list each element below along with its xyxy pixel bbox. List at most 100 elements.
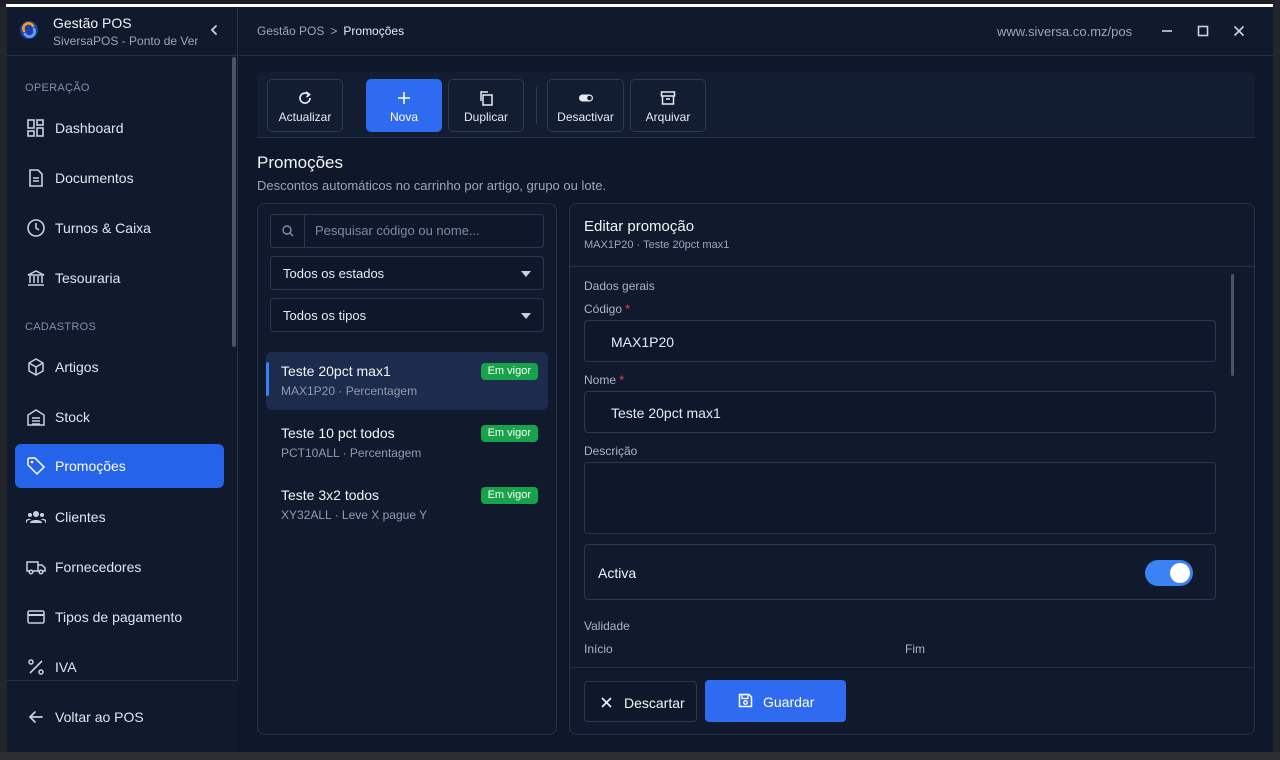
truck-icon <box>26 561 46 575</box>
app-subtitle: SiversaPOS - Ponto de Venda <box>53 34 198 48</box>
promotion-list-item[interactable]: Teste 3x2 todos XY32ALL · Leve X pague Y… <box>266 476 548 534</box>
desktop-edge-top <box>0 0 1280 7</box>
sidebar-item-label: Tesouraria <box>55 270 121 286</box>
status-badge: Em vigor <box>480 363 538 380</box>
validity-label: Validade <box>584 619 630 633</box>
sidebar-item-documentos[interactable]: Documentos <box>15 156 224 200</box>
section-label-operacao: OPERAÇÃO <box>25 82 90 94</box>
sidebar-item-label: Promoções <box>55 458 126 474</box>
chevron-left-icon <box>210 25 217 35</box>
sidebar-scrollbar[interactable] <box>232 57 236 347</box>
desktop-edge-right <box>1273 0 1280 760</box>
toggle-knob <box>1170 563 1190 583</box>
collapse-sidebar-button[interactable] <box>205 21 223 39</box>
archive-button[interactable]: Arquivar <box>630 79 706 132</box>
edit-panel-header: Editar promoção MAX1P20 · Teste 20pct ma… <box>570 204 1254 267</box>
toolbar-separator <box>536 87 537 124</box>
maximize-icon <box>1197 25 1209 37</box>
chevron-down-icon <box>521 313 531 319</box>
sidebar-item-tesouraria[interactable]: Tesouraria <box>15 256 224 300</box>
save-icon <box>738 693 753 708</box>
edit-promotion-panel: Editar promoção MAX1P20 · Teste 20pct ma… <box>569 203 1255 735</box>
header: Gestão POS > Promoções www.siversa.co.mz/p… <box>239 7 1273 56</box>
minimize-button[interactable] <box>1157 21 1177 41</box>
sidebar-item-label: Tipos de pagamento <box>55 609 183 625</box>
copy-icon <box>480 91 493 106</box>
close-button[interactable] <box>1229 21 1249 41</box>
sidebar: Gestão POS SiversaPOS - Ponto de Venda O… <box>7 7 238 752</box>
search-box <box>270 214 544 248</box>
clock-icon <box>27 219 45 237</box>
percent-icon <box>28 659 44 675</box>
sidebar-item-stock[interactable]: Stock <box>15 395 224 439</box>
users-icon <box>26 511 46 524</box>
breadcrumb-current: Promoções <box>343 24 405 38</box>
active-label: Activa <box>598 565 637 581</box>
name-label: Nome * <box>584 373 624 387</box>
discard-button[interactable]: Descartar <box>584 681 697 722</box>
end-date-label: Fim <box>905 642 925 656</box>
site-url: www.siversa.co.mz/pos <box>997 24 1133 39</box>
breadcrumb: Gestão POS > Promoções <box>257 24 405 38</box>
edit-panel-title: Editar promoção <box>584 218 695 235</box>
required-mark: * <box>619 373 625 387</box>
status-filter-select[interactable]: Todos os estados <box>270 256 544 290</box>
status-filter-value: Todos os estados <box>283 266 385 281</box>
search-icon <box>282 225 294 237</box>
promotion-list-item[interactable]: Teste 10 pct todos PCT10ALL · Percentage… <box>266 414 548 472</box>
refresh-icon <box>299 91 311 104</box>
sidebar-item-label: IVA <box>55 659 77 675</box>
name-field[interactable]: Teste 20pct max1 <box>584 391 1216 433</box>
minimize-icon <box>1162 30 1172 32</box>
app-window: Gestão POS SiversaPOS - Ponto de Venda O… <box>7 7 1273 752</box>
plus-icon <box>398 92 410 104</box>
sidebar-item-artigos[interactable]: Artigos <box>15 345 224 389</box>
sidebar-item-dashboard[interactable]: Dashboard <box>15 106 224 150</box>
refresh-button[interactable]: Actualizar <box>267 79 343 132</box>
back-to-pos-button[interactable]: Voltar ao POS <box>15 695 224 739</box>
new-label: Nova <box>389 110 418 124</box>
sidebar-item-tipos-pagamento[interactable]: Tipos de pagamento <box>15 595 224 639</box>
breadcrumb-item[interactable]: Gestão POS <box>257 24 324 38</box>
sidebar-item-label: Clientes <box>55 509 106 525</box>
search-input[interactable] <box>315 223 535 238</box>
code-field[interactable]: MAX1P20 <box>584 320 1216 362</box>
sidebar-item-clientes[interactable]: Clientes <box>15 495 224 539</box>
duplicate-label: Duplicar <box>463 110 508 124</box>
sidebar-item-fornecedores[interactable]: Fornecedores <box>15 545 224 589</box>
sidebar-item-promocoes[interactable]: Promoções <box>15 444 224 488</box>
deactivate-button[interactable]: Desactivar <box>547 79 624 132</box>
app-title: Gestão POS <box>53 15 132 31</box>
active-toggle[interactable] <box>1145 560 1193 586</box>
edit-panel-scrollbar[interactable] <box>1231 274 1234 376</box>
refresh-label: Actualizar <box>278 110 332 124</box>
edit-panel-footer: Descartar Guardar <box>570 667 1254 734</box>
required-mark: * <box>625 302 631 316</box>
save-button[interactable]: Guardar <box>705 680 846 722</box>
save-label: Guardar <box>763 694 815 710</box>
tag-icon <box>27 457 46 476</box>
duplicate-button[interactable]: Duplicar <box>448 79 524 132</box>
promotion-meta: PCT10ALL · Percentagem <box>281 446 422 460</box>
sidebar-item-label: Documentos <box>55 170 134 186</box>
archive-label: Arquivar <box>645 110 691 124</box>
desktop-edge-bottom <box>0 752 1280 760</box>
type-filter-select[interactable]: Todos os tipos <box>270 298 544 332</box>
toolbar: Actualizar Nova Duplicar Desactivar Arqu… <box>257 72 1255 138</box>
description-textarea[interactable] <box>584 462 1216 534</box>
sidebar-item-label: Fornecedores <box>55 559 142 575</box>
sidebar-item-label: Dashboard <box>55 120 124 136</box>
sidebar-item-label: Stock <box>55 409 91 425</box>
sidebar-item-turnos[interactable]: Turnos & Caixa <box>15 206 224 250</box>
status-badge: Em vigor <box>480 487 538 504</box>
new-button[interactable]: Nova <box>366 79 442 132</box>
code-label-text: Código <box>584 302 623 316</box>
maximize-button[interactable] <box>1193 21 1213 41</box>
promotion-name: Teste 10 pct todos <box>281 425 395 441</box>
promotion-meta: XY32ALL · Leve X pague Y <box>281 508 428 522</box>
promotion-list-item[interactable]: Teste 20pct max1 MAX1P20 · Percentagem E… <box>266 352 548 410</box>
chevron-down-icon <box>521 271 531 277</box>
start-date-label: Início <box>584 642 613 656</box>
section-label-cadastros: CADASTROS <box>25 321 97 333</box>
back-to-pos-label: Voltar ao POS <box>55 709 144 725</box>
